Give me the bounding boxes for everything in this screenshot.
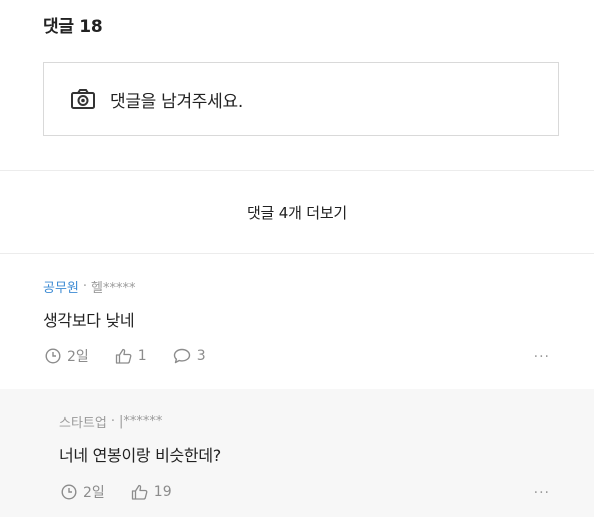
comment-author: 헬***** xyxy=(91,281,136,296)
like-button[interactable]: 19 xyxy=(131,484,172,500)
comment-item: 공무원 · 헬***** 생각보다 낮네 2일 1 3 ··· xyxy=(0,254,594,388)
like-count: 19 xyxy=(153,484,172,500)
clock-icon xyxy=(61,484,77,500)
reply-meta: 스타트업 · |****** xyxy=(59,412,162,431)
comment-input-box[interactable]: 댓글을 남겨주세요. xyxy=(43,62,559,136)
meta-separator: · xyxy=(110,414,115,429)
like-count: 1 xyxy=(137,348,147,364)
reply-time: 2일 xyxy=(61,482,105,502)
camera-icon[interactable] xyxy=(70,88,96,110)
like-button[interactable]: 1 xyxy=(115,348,147,364)
reply-company[interactable]: 스타트업 xyxy=(59,412,107,431)
speech-bubble-icon xyxy=(173,348,190,364)
comment-time-label: 2일 xyxy=(67,349,89,365)
comment-actions: 2일 1 3 xyxy=(45,346,232,366)
comment-text: 생각보다 낮네 xyxy=(43,311,135,330)
thumbs-up-icon xyxy=(115,348,132,364)
reply-more-button[interactable]: ··· xyxy=(534,485,550,501)
comments-header-title: 댓글 18 xyxy=(43,17,103,37)
meta-separator: · xyxy=(82,279,88,294)
reply-author: |****** xyxy=(118,414,163,429)
reply-button[interactable]: 3 xyxy=(173,348,206,364)
more-comments-button[interactable]: 댓글 4개 더보기 xyxy=(0,171,594,253)
reply-count: 3 xyxy=(196,348,206,364)
reply-actions: 2일 19 xyxy=(61,482,198,502)
clock-icon xyxy=(45,348,61,364)
comment-input-placeholder: 댓글을 남겨주세요. xyxy=(110,91,243,112)
more-comments-label: 댓글 4개 더보기 xyxy=(246,203,348,222)
comment-meta: 공무원 · 헬***** xyxy=(43,277,136,296)
reply-item: 스타트업 · |****** 너네 연봉이랑 비슷한데? 2일 19 ··· xyxy=(0,389,594,517)
comment-time: 2일 xyxy=(45,346,89,366)
comment-more-button[interactable]: ··· xyxy=(534,349,550,365)
comment-company[interactable]: 공무원 xyxy=(43,277,79,296)
thumbs-up-icon xyxy=(131,484,148,500)
reply-text: 너네 연봉이랑 비슷한데? xyxy=(59,446,221,465)
reply-time-label: 2일 xyxy=(83,485,105,501)
